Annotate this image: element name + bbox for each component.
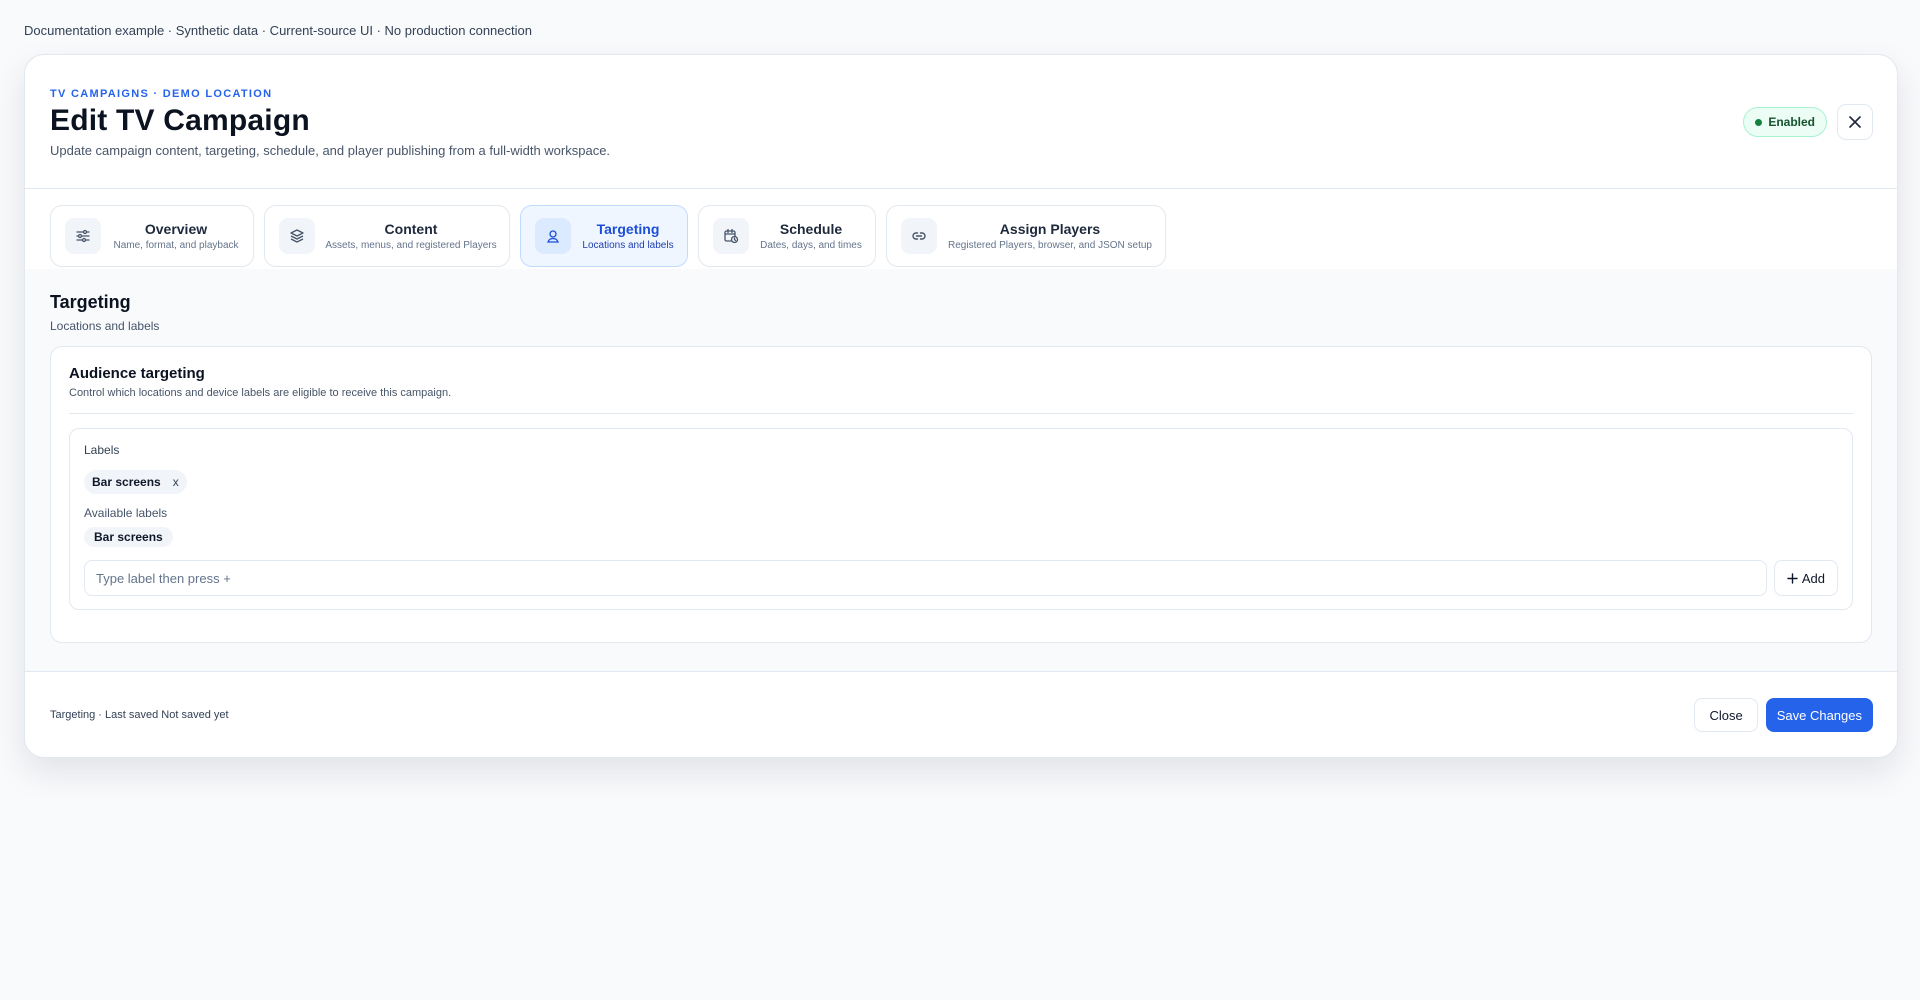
breadcrumb-eyebrow: TV CAMPAIGNS · DEMO LOCATION <box>50 88 273 100</box>
tab-assign-players[interactable]: Assign Players Registered Players, brows… <box>886 205 1166 267</box>
close-button[interactable]: Close <box>1694 698 1758 732</box>
sliders-icon <box>65 218 101 254</box>
tab-targeting-text: Targeting Locations and labels <box>581 221 675 251</box>
selected-label-chip: Bar screens x <box>84 470 187 494</box>
tab-description: Locations and labels <box>582 240 674 251</box>
tab-bar: Overview Name, format, and playback Cont… <box>25 189 1897 269</box>
tab-description: Name, format, and playback <box>113 240 239 251</box>
tab-description: Assets, menus, and registered Players <box>325 240 497 251</box>
labels-heading: Labels <box>84 443 120 457</box>
available-labels: Bar screens <box>84 527 1838 547</box>
documentation-note: Documentation example · Synthetic data ·… <box>24 23 532 38</box>
add-label-text: Add <box>1801 570 1825 586</box>
tab-label: Targeting <box>596 221 660 237</box>
link-icon <box>901 218 937 254</box>
tab-targeting[interactable]: Targeting Locations and labels <box>520 205 688 267</box>
section-subtitle: Locations and labels <box>50 319 160 333</box>
tab-label: Schedule <box>779 221 843 237</box>
add-label-button[interactable]: Add <box>1773 560 1838 596</box>
available-labels-heading: Available labels <box>84 506 168 520</box>
tab-schedule-text: Schedule Dates, days, and times <box>759 221 863 251</box>
tab-description: Dates, days, and times <box>760 240 862 251</box>
remove-label-button[interactable]: x <box>173 475 179 489</box>
targeting-panel: Targeting Locations and labels Audience … <box>25 269 1897 672</box>
tab-assign-players-text: Assign Players Registered Players, brows… <box>947 221 1153 251</box>
tab-label: Assign Players <box>999 221 1101 237</box>
audience-targeting-card: Audience targeting Control which locatio… <box>50 346 1872 643</box>
tab-label: Content <box>384 221 438 237</box>
tab-label: Overview <box>144 221 208 237</box>
status-badge-label: Enabled <box>1768 115 1815 129</box>
available-label-chip[interactable]: Bar screens <box>84 527 173 547</box>
labels-box: Labels Bar screens x Available labels Ba… <box>69 428 1853 610</box>
dialog-header: TV CAMPAIGNS · DEMO LOCATION Edit TV Cam… <box>25 55 1897 189</box>
tab-overview-text: Overview Name, format, and playback <box>111 221 241 251</box>
tab-content-text: Content Assets, menus, and registered Pl… <box>325 221 497 251</box>
selected-labels: Bar screens x <box>84 470 1838 494</box>
dialog-footer: Targeting · Last saved Not saved yet Clo… <box>25 672 1897 757</box>
tab-schedule[interactable]: Schedule Dates, days, and times <box>698 205 876 267</box>
chip-label: Bar screens <box>92 475 161 489</box>
page-title: Edit TV Campaign <box>50 104 310 137</box>
calendar-clock-icon <box>713 218 749 254</box>
add-label-row: Add <box>84 560 1838 596</box>
edit-campaign-dialog: TV CAMPAIGNS · DEMO LOCATION Edit TV Cam… <box>24 54 1898 758</box>
status-dot-icon <box>1755 118 1763 126</box>
page-subtitle: Update campaign content, targeting, sche… <box>50 143 611 158</box>
location-pin-icon <box>535 218 571 254</box>
card-title: Audience targeting <box>69 365 205 382</box>
tab-description: Registered Players, browser, and JSON se… <box>948 240 1152 251</box>
plus-icon <box>1787 572 1798 584</box>
layers-icon <box>279 218 315 254</box>
label-input[interactable] <box>84 560 1767 596</box>
close-dialog-button[interactable] <box>1837 104 1873 140</box>
save-changes-button[interactable]: Save Changes <box>1765 698 1873 732</box>
tab-content[interactable]: Content Assets, menus, and registered Pl… <box>264 205 510 267</box>
header-actions: Enabled <box>1743 104 1873 140</box>
save-status: Targeting · Last saved Not saved yet <box>50 709 229 721</box>
section-title: Targeting <box>50 292 131 312</box>
footer-actions: Close Save Changes <box>1694 698 1873 732</box>
close-icon <box>1849 116 1861 128</box>
divider <box>69 413 1853 414</box>
card-subtitle: Control which locations and device label… <box>69 387 452 399</box>
status-badge: Enabled <box>1743 107 1827 137</box>
tab-overview[interactable]: Overview Name, format, and playback <box>50 205 254 267</box>
